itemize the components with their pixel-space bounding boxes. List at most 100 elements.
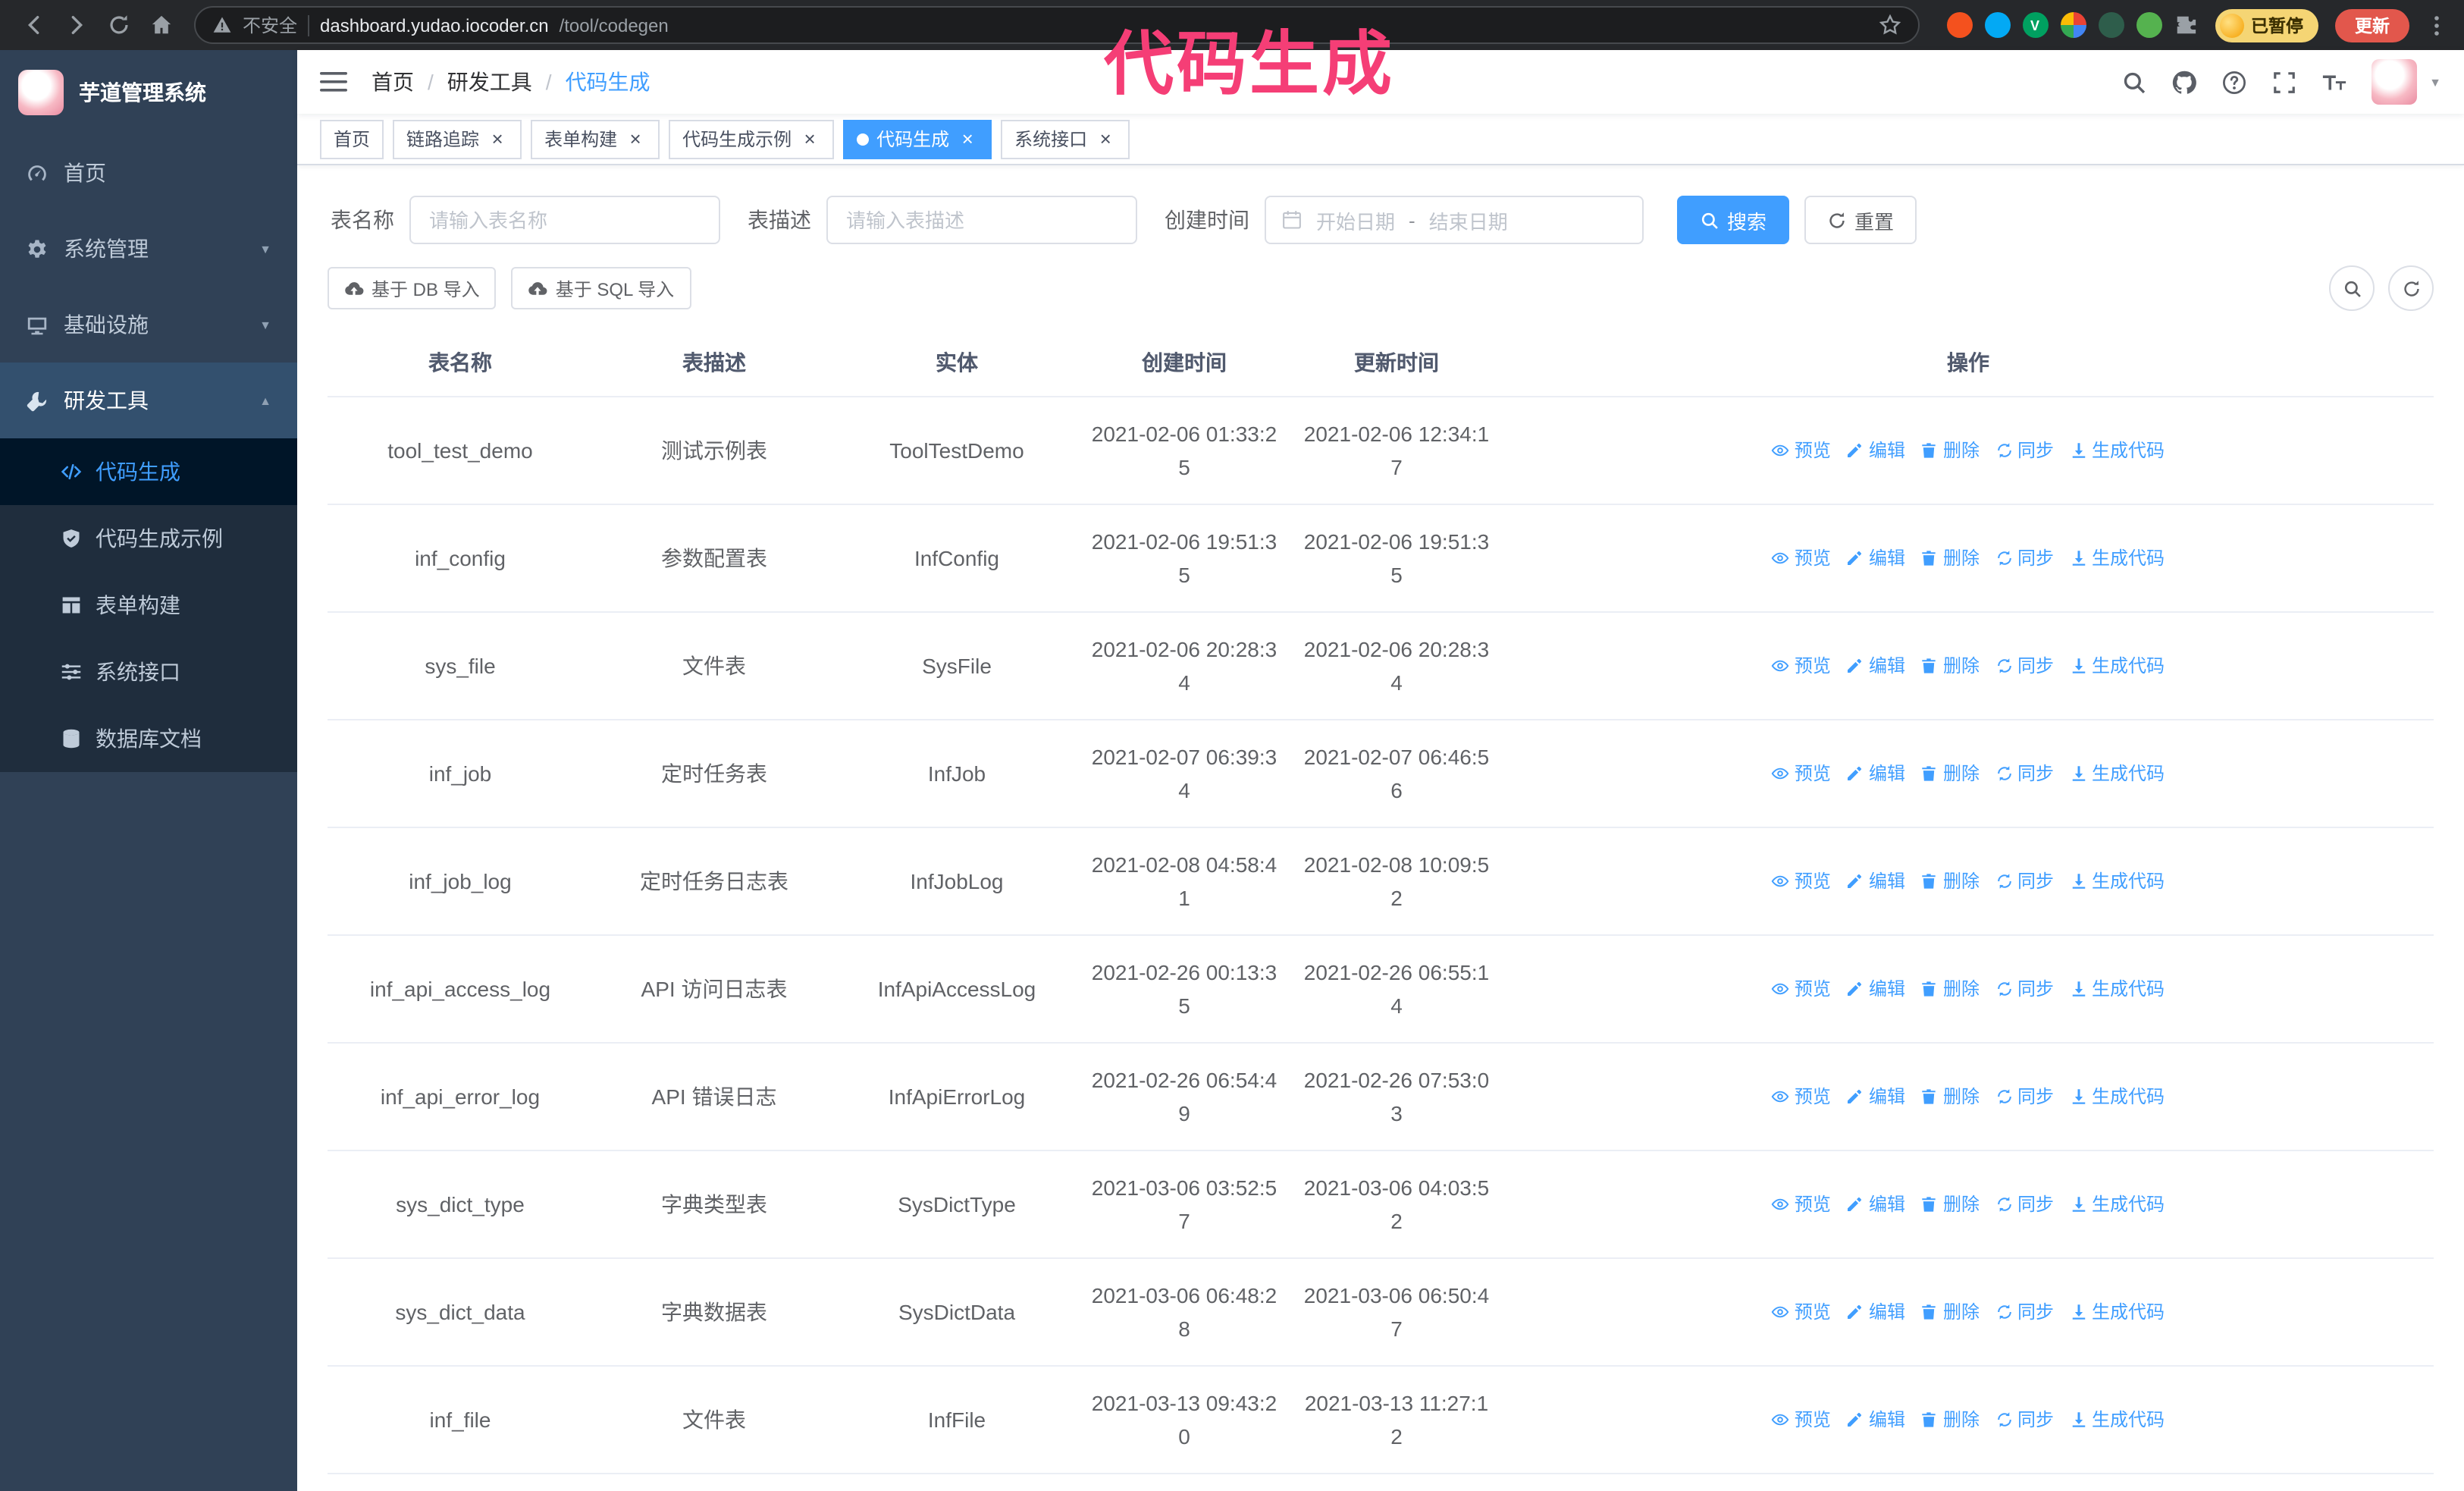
github-icon[interactable] (2171, 69, 2197, 95)
generate-code-link[interactable]: 生成代码 (2069, 757, 2165, 790)
preview-link[interactable]: 预览 (1772, 757, 1831, 790)
delete-link[interactable]: 删除 (1920, 541, 1980, 575)
sidebar-item-3[interactable]: 研发工具 ▲ (0, 363, 297, 438)
leaf-extension[interactable] (2136, 12, 2161, 38)
breadcrumb-item[interactable]: 研发工具 (447, 67, 532, 97)
preview-link[interactable]: 预览 (1772, 1403, 1831, 1436)
tab-1[interactable]: 链路追踪 × (393, 119, 522, 159)
sync-link[interactable]: 同步 (1995, 1080, 2054, 1113)
sync-link[interactable]: 同步 (1995, 1295, 2054, 1329)
tab-close-icon[interactable]: × (957, 128, 978, 149)
sync-link[interactable]: 同步 (1995, 649, 2054, 683)
delete-link[interactable]: 删除 (1920, 1080, 1980, 1113)
generate-code-link[interactable]: 生成代码 (2069, 1295, 2165, 1329)
delete-link[interactable]: 删除 (1920, 1188, 1980, 1221)
generate-code-link[interactable]: 生成代码 (2069, 1188, 2165, 1221)
generate-code-link[interactable]: 生成代码 (2069, 649, 2165, 683)
date-range-picker[interactable]: 开始日期 - 结束日期 (1265, 196, 1644, 244)
preview-link[interactable]: 预览 (1772, 541, 1831, 575)
tab-2[interactable]: 表单构建 × (531, 119, 660, 159)
tab-close-icon[interactable]: × (799, 128, 820, 149)
preview-link[interactable]: 预览 (1772, 649, 1831, 683)
edit-link[interactable]: 编辑 (1846, 1188, 1905, 1221)
preview-link[interactable]: 预览 (1772, 972, 1831, 1006)
preview-link[interactable]: 预览 (1772, 1188, 1831, 1221)
toggle-search-button[interactable] (2329, 265, 2375, 311)
delete-link[interactable]: 删除 (1920, 434, 1980, 467)
search-icon[interactable] (2121, 69, 2147, 95)
generate-code-link[interactable]: 生成代码 (2069, 541, 2165, 575)
water-drop-extension[interactable] (1984, 12, 2010, 38)
edit-link[interactable]: 编辑 (1846, 972, 1905, 1006)
preview-link[interactable]: 预览 (1772, 434, 1831, 467)
generate-code-link[interactable]: 生成代码 (2069, 1080, 2165, 1113)
browser-update-button[interactable]: 更新 (2335, 8, 2409, 42)
edit-link[interactable]: 编辑 (1846, 1080, 1905, 1113)
extensions-puzzle-icon[interactable] (2174, 14, 2196, 36)
sync-link[interactable]: 同步 (1995, 865, 2054, 898)
preview-link[interactable]: 预览 (1772, 865, 1831, 898)
fullscreen-icon[interactable] (2271, 69, 2297, 95)
delete-link[interactable]: 删除 (1920, 649, 1980, 683)
grid-extension[interactable] (2060, 12, 2086, 38)
refresh-table-button[interactable] (2388, 265, 2434, 311)
sidebar-subitem-2[interactable]: 表单构建 (0, 572, 297, 639)
table-desc-input[interactable] (826, 196, 1137, 244)
breadcrumb-item[interactable]: 首页 (371, 67, 414, 97)
caret-down-icon[interactable]: ▼ (2429, 75, 2441, 89)
sync-link[interactable]: 同步 (1995, 972, 2054, 1006)
search-button[interactable]: 搜索 (1677, 196, 1790, 244)
browser-menu-icon[interactable] (2425, 13, 2449, 37)
edit-link[interactable]: 编辑 (1846, 865, 1905, 898)
import-sql-button[interactable]: 基于 SQL 导入 (511, 267, 691, 309)
generate-code-link[interactable]: 生成代码 (2069, 1403, 2165, 1436)
user-avatar[interactable] (2372, 59, 2418, 105)
browser-home-button[interactable] (143, 7, 179, 43)
sidebar-subitem-3[interactable]: 系统接口 (0, 639, 297, 705)
edit-link[interactable]: 编辑 (1846, 1295, 1905, 1329)
sidebar-item-1[interactable]: 系统管理 ▼ (0, 211, 297, 287)
sync-link[interactable]: 同步 (1995, 434, 2054, 467)
edit-link[interactable]: 编辑 (1846, 541, 1905, 575)
delete-link[interactable]: 删除 (1920, 1295, 1980, 1329)
hamburger-icon[interactable] (320, 70, 347, 94)
browser-back-button[interactable] (15, 7, 52, 43)
reset-button[interactable]: 重置 (1804, 196, 1917, 244)
generate-code-link[interactable]: 生成代码 (2069, 434, 2165, 467)
browser-reload-button[interactable] (100, 7, 136, 43)
box-extension[interactable] (2098, 12, 2124, 38)
tab-4[interactable]: 代码生成 × (843, 119, 992, 159)
generate-code-link[interactable]: 生成代码 (2069, 865, 2165, 898)
help-icon[interactable] (2221, 69, 2247, 95)
preview-link[interactable]: 预览 (1772, 1080, 1831, 1113)
tab-3[interactable]: 代码生成示例 × (669, 119, 835, 159)
sync-link[interactable]: 同步 (1995, 1403, 2054, 1436)
sync-link[interactable]: 同步 (1995, 541, 2054, 575)
sync-link[interactable]: 同步 (1995, 757, 2054, 790)
sidebar-subitem-4[interactable]: 数据库文档 (0, 705, 297, 772)
vpn-extension[interactable]: V (2022, 12, 2048, 38)
edit-link[interactable]: 编辑 (1846, 649, 1905, 683)
address-bar[interactable]: 不安全 dashboard.yudao.iocoder.cn/tool/code… (194, 6, 1919, 44)
bookmark-star-icon[interactable] (1878, 14, 1901, 36)
import-db-button[interactable]: 基于 DB 导入 (328, 267, 497, 309)
delete-link[interactable]: 删除 (1920, 865, 1980, 898)
edit-link[interactable]: 编辑 (1846, 434, 1905, 467)
table-name-input[interactable] (409, 196, 720, 244)
font-size-icon[interactable] (2321, 69, 2347, 95)
proxy-extension[interactable] (1946, 12, 1972, 38)
generate-code-link[interactable]: 生成代码 (2069, 972, 2165, 1006)
tab-5[interactable]: 系统接口 × (1001, 119, 1130, 159)
sidebar-subitem-0[interactable]: 代码生成 (0, 438, 297, 505)
sidebar-item-0[interactable]: 首页 (0, 135, 297, 211)
sidebar-subitem-1[interactable]: 代码生成示例 (0, 505, 297, 572)
tab-close-icon[interactable]: × (625, 128, 646, 149)
delete-link[interactable]: 删除 (1920, 1403, 1980, 1436)
edit-link[interactable]: 编辑 (1846, 1403, 1905, 1436)
sync-link[interactable]: 同步 (1995, 1188, 2054, 1221)
edit-link[interactable]: 编辑 (1846, 757, 1905, 790)
sidebar-item-2[interactable]: 基础设施 ▼ (0, 287, 297, 363)
delete-link[interactable]: 删除 (1920, 972, 1980, 1006)
profile-paused-badge[interactable]: 已暂停 (2215, 8, 2318, 42)
tab-0[interactable]: 首页 (320, 119, 384, 159)
